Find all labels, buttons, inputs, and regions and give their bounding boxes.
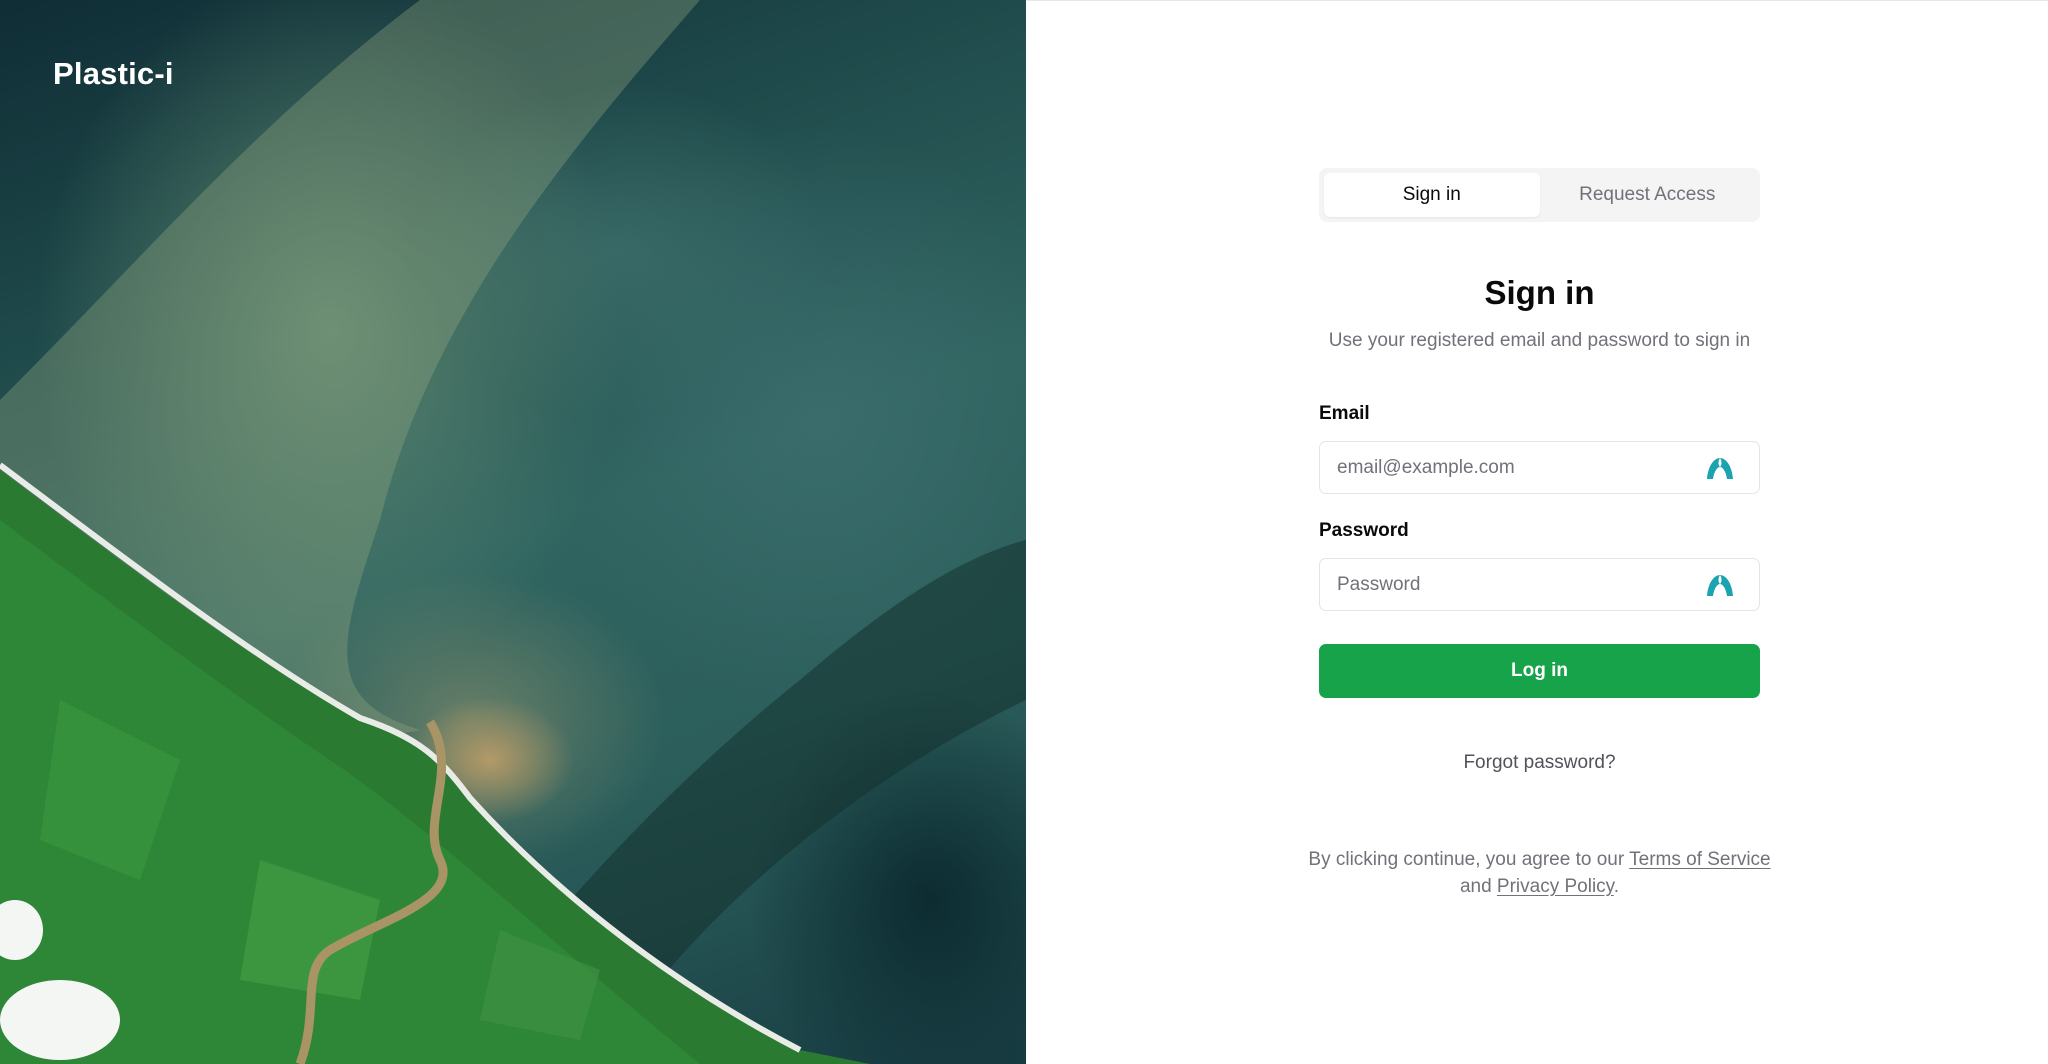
page-subtitle: Use your registered email and password t… xyxy=(1328,330,1751,351)
auth-tabs: Sign in Request Access xyxy=(1319,168,1760,222)
password-field[interactable] xyxy=(1320,559,1759,610)
coastline-illustration xyxy=(0,0,1026,1064)
log-in-button[interactable]: Log in xyxy=(1319,644,1760,698)
password-manager-icon[interactable] xyxy=(1706,573,1734,597)
tab-request-access[interactable]: Request Access xyxy=(1540,173,1756,217)
password-field-container xyxy=(1319,558,1760,611)
email-label: Email xyxy=(1319,403,1370,424)
hero-satellite-image: Plastic-i xyxy=(0,0,1026,1064)
email-field-container xyxy=(1319,441,1760,494)
tab-sign-in[interactable]: Sign in xyxy=(1324,173,1540,217)
legal-prefix: By clicking continue, you agree to our xyxy=(1308,849,1625,870)
legal-suffix: . xyxy=(1613,876,1620,897)
legal-middle: and xyxy=(1459,876,1492,897)
auth-panel: Sign in Request Access Sign in Use your … xyxy=(1026,0,2048,1064)
legal-notice: By clicking continue, you agree to our T… xyxy=(1246,846,1833,900)
brand-logo: Plastic-i xyxy=(53,56,174,91)
forgot-password-link[interactable]: Forgot password? xyxy=(1319,752,1760,774)
terms-of-service-link[interactable]: Terms of Service xyxy=(1629,849,1770,870)
password-label: Password xyxy=(1319,520,1409,541)
password-manager-icon[interactable] xyxy=(1706,456,1734,480)
email-field[interactable] xyxy=(1320,442,1759,493)
privacy-policy-link[interactable]: Privacy Policy xyxy=(1497,876,1614,897)
page-title: Sign in xyxy=(1484,274,1595,311)
